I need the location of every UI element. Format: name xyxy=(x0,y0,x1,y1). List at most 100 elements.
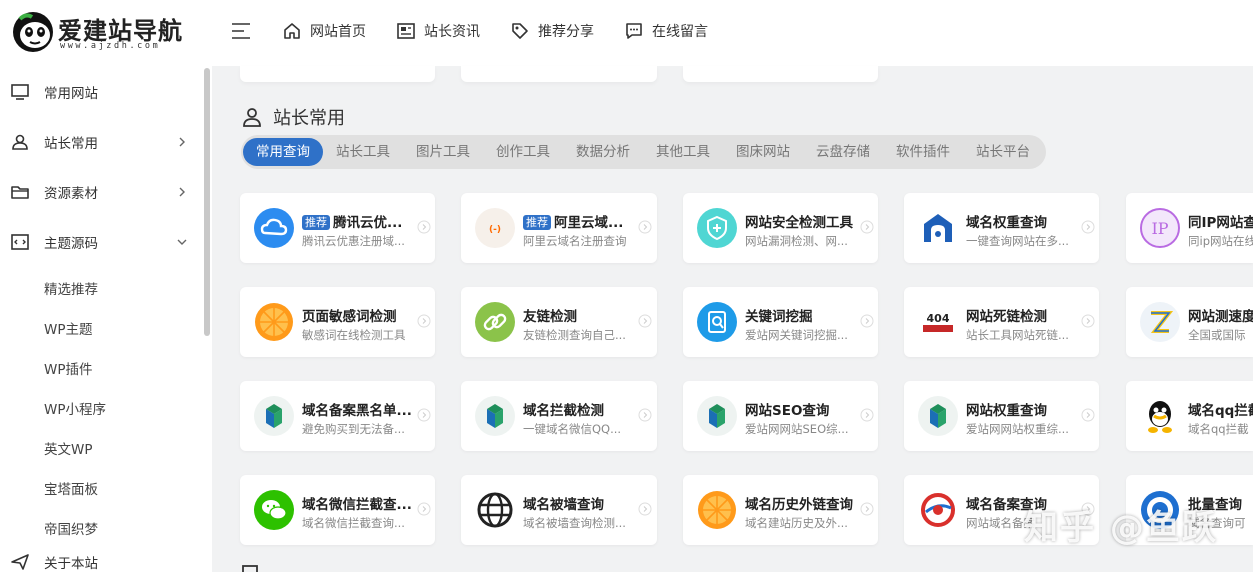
sidebar-subitem-featured[interactable]: 精选推荐 xyxy=(44,278,98,298)
folder-icon xyxy=(11,186,29,199)
card-title: 域名被墙查询 xyxy=(523,497,604,513)
tool-card[interactable]: 页面敏感词检测 敏感词在线检测工具 xyxy=(240,287,435,357)
card-title: 页面敏感词检测 xyxy=(302,309,397,325)
tool-card[interactable]: 域名qq拦截 域名qq拦截 xyxy=(1126,381,1253,451)
sidebar-item-label: 资源素材 xyxy=(44,186,98,202)
nav-share[interactable]: 推荐分享 xyxy=(510,18,594,44)
next-section-icon xyxy=(242,565,258,572)
sidebar-scrollbar[interactable] xyxy=(204,68,210,336)
tool-card[interactable]: 推荐 腾讯云优... 腾讯云优惠注册域... xyxy=(240,193,435,263)
tab-image-tools[interactable]: 图片工具 xyxy=(405,138,481,166)
nav-news[interactable]: 站长资讯 xyxy=(396,18,480,44)
user-icon xyxy=(243,108,261,127)
tool-card[interactable]: IP 同IP网站查 同ip网站在线 xyxy=(1126,193,1253,263)
tab-webmaster-tools[interactable]: 站长工具 xyxy=(325,138,401,166)
card-title: 域名拦截检测 xyxy=(523,403,604,419)
card-title: 同IP网站查 xyxy=(1188,215,1253,231)
card-desc: 爱站网关键词挖掘... xyxy=(745,328,848,342)
nav-home-label: 网站首页 xyxy=(310,24,366,40)
section-title: 站长常用 xyxy=(241,104,345,130)
tool-card[interactable]: 域名备案黑名单... 避免购买到无法备... xyxy=(240,381,435,451)
tool-card[interactable]: 域名权重查询 一键查询网站在多... xyxy=(904,193,1099,263)
sidebar-item-common-sites[interactable]: 常用网站 xyxy=(0,72,200,112)
chevron-circle-icon xyxy=(1081,408,1095,422)
chevron-circle-icon xyxy=(417,502,431,516)
nav-message-label: 在线留言 xyxy=(652,24,708,40)
top-nav: 网站首页 站长资讯 推荐分享 在线留言 xyxy=(282,18,738,44)
sidebar-item-label: 主题源码 xyxy=(44,236,98,252)
tab-image-hosting[interactable]: 图床网站 xyxy=(725,138,801,166)
card-title: 域名历史外链查询 xyxy=(745,497,853,513)
card-partial[interactable] xyxy=(240,66,435,82)
card-title-text: 腾讯云优... xyxy=(333,215,403,231)
tab-software-plugins[interactable]: 软件插件 xyxy=(885,138,961,166)
tool-card[interactable]: 网站测速度 全国或国际 xyxy=(1126,287,1253,357)
tool-card[interactable]: 关键词挖掘 爱站网关键词挖掘... xyxy=(683,287,878,357)
tool-card[interactable]: 404 网站死链检测 站长工具网站死链... xyxy=(904,287,1099,357)
nav-message[interactable]: 在线留言 xyxy=(624,18,708,44)
globe-icon xyxy=(477,492,513,528)
speed-icon xyxy=(1140,302,1180,342)
chevron-circle-icon xyxy=(860,314,874,328)
orange-icon xyxy=(255,303,293,341)
tool-card[interactable]: 网站安全检测工具 网站漏洞检测、网... xyxy=(683,193,878,263)
sidebar-subitem-english-wp[interactable]: 英文WP xyxy=(44,438,93,458)
aizhan-icon xyxy=(918,396,958,436)
orange-icon xyxy=(698,491,736,529)
card-title: 域名备案黑名单... xyxy=(302,403,412,419)
chevron-circle-icon xyxy=(417,408,431,422)
sidebar-item-about[interactable]: 关于本站 xyxy=(0,542,200,572)
sidebar-item-themes[interactable]: 主题源码 xyxy=(0,222,200,262)
sidebar-item-resources[interactable]: 资源素材 xyxy=(0,172,200,212)
site-logo[interactable]: 爱建站导航 www.ajzdh.com xyxy=(12,10,192,56)
sidebar-item-label: 站长常用 xyxy=(44,136,98,152)
tool-card[interactable]: (-) 推荐 阿里云域... 阿里云域名注册查询 xyxy=(461,193,657,263)
tool-card[interactable]: 网站权重查询 爱站网网站权重综... xyxy=(904,381,1099,451)
card-desc: 域名微信拦截查询... xyxy=(302,516,405,530)
tool-card[interactable]: 域名被墙查询 域名被墙查询检测... xyxy=(461,475,657,545)
user-icon xyxy=(12,134,28,150)
chevron-right-icon xyxy=(179,187,185,197)
tab-cloud-storage[interactable]: 云盘存储 xyxy=(805,138,881,166)
monitor-icon xyxy=(11,84,29,100)
chevron-circle-icon xyxy=(1081,220,1095,234)
sidebar-subitem-bt-panel[interactable]: 宝塔面板 xyxy=(44,478,98,498)
header: 爱建站导航 www.ajzdh.com 网站首页 站长资讯 推荐分享 在线留言 xyxy=(0,0,1253,66)
card-title: 网站SEO查询 xyxy=(745,403,830,419)
tool-card[interactable]: 友链检测 友链检测查询自己... xyxy=(461,287,657,357)
card-desc: 域名qq拦截 xyxy=(1188,422,1249,436)
qq-icon xyxy=(1148,401,1172,433)
sidebar-subitem-wp-themes[interactable]: WP主题 xyxy=(44,318,93,338)
tag-icon xyxy=(512,23,528,39)
sidebar-subitem-wp-miniprogram[interactable]: WP小程序 xyxy=(44,398,106,418)
aizhan-icon xyxy=(254,396,294,436)
recommend-badge: 推荐 xyxy=(302,215,330,230)
card-desc: 敏感词在线检测工具 xyxy=(302,328,406,342)
tab-creation-tools[interactable]: 创作工具 xyxy=(485,138,561,166)
chevron-down-icon xyxy=(177,239,187,245)
sidebar-subitem-empire-dede[interactable]: 帝国织梦 xyxy=(44,518,98,538)
chevron-circle-icon xyxy=(860,502,874,516)
menu-toggle-icon[interactable] xyxy=(230,20,254,42)
tool-card[interactable]: 网站SEO查询 爱站网网站SEO综... xyxy=(683,381,878,451)
tab-webmaster-platforms[interactable]: 站长平台 xyxy=(965,138,1041,166)
tab-data-analysis[interactable]: 数据分析 xyxy=(565,138,641,166)
tab-other-tools[interactable]: 其他工具 xyxy=(645,138,721,166)
tool-card[interactable]: 域名微信拦截查... 域名微信拦截查询... xyxy=(240,475,435,545)
card-partial[interactable] xyxy=(683,66,878,82)
nav-home[interactable]: 网站首页 xyxy=(282,18,366,44)
sidebar-item-webmaster[interactable]: 站长常用 xyxy=(0,122,200,162)
sidebar: 常用网站 站长常用 资源素材 主题源码 精选推荐 WP主题 WP插件 WP小程序… xyxy=(0,66,212,572)
card-desc: 阿里云域名注册查询 xyxy=(523,234,627,248)
card-partial[interactable] xyxy=(461,66,657,82)
chevron-circle-icon xyxy=(1081,314,1095,328)
tab-common-query[interactable]: 常用查询 xyxy=(243,138,323,166)
chevron-circle-icon xyxy=(638,220,652,234)
tool-card[interactable]: 域名拦截检测 一键域名微信QQ... xyxy=(461,381,657,451)
card-desc: 站长工具网站死链... xyxy=(966,328,1069,342)
aizhan-icon xyxy=(697,396,737,436)
card-desc: 域名被墙查询检测... xyxy=(523,516,626,530)
domain-weight-icon xyxy=(924,214,952,242)
sidebar-subitem-wp-plugins[interactable]: WP插件 xyxy=(44,358,93,378)
tool-card[interactable]: 域名历史外链查询 域名建站历史及外... xyxy=(683,475,878,545)
